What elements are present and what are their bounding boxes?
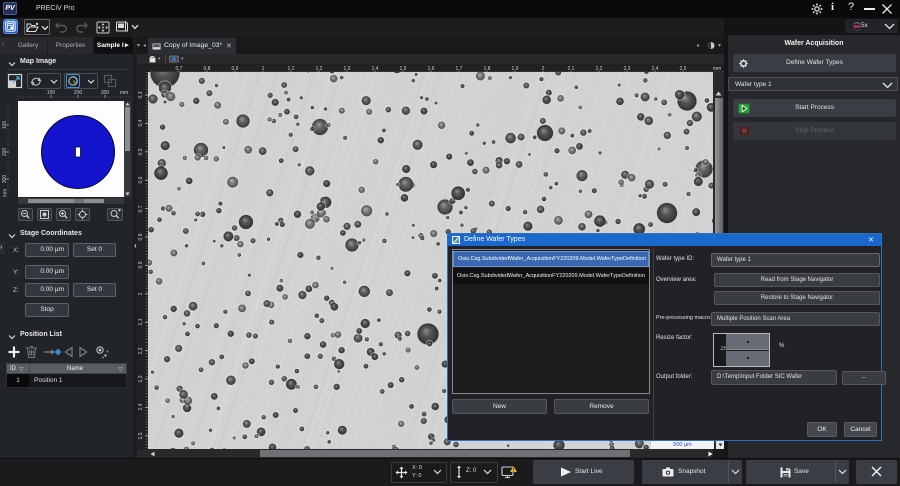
svg-text:0,3: 0,3 — [138, 91, 144, 98]
svg-text:0,5: 0,5 — [138, 148, 144, 155]
svg-text:1,1: 1,1 — [138, 318, 144, 325]
svg-text:0,4: 0,4 — [138, 119, 144, 126]
svg-text:1,5: 1,5 — [138, 432, 144, 439]
svg-text:1,4: 1,4 — [138, 403, 144, 410]
svg-text:1: 1 — [138, 292, 144, 295]
svg-text:1,2: 1,2 — [138, 347, 144, 354]
svg-text:1,3: 1,3 — [138, 375, 144, 382]
svg-text:0,8: 0,8 — [138, 233, 144, 240]
svg-text:mm: mm — [120, 90, 128, 96]
svg-text:0,7: 0,7 — [138, 205, 144, 212]
svg-text:0,9: 0,9 — [138, 261, 144, 268]
svg-text:0,6: 0,6 — [138, 176, 144, 183]
